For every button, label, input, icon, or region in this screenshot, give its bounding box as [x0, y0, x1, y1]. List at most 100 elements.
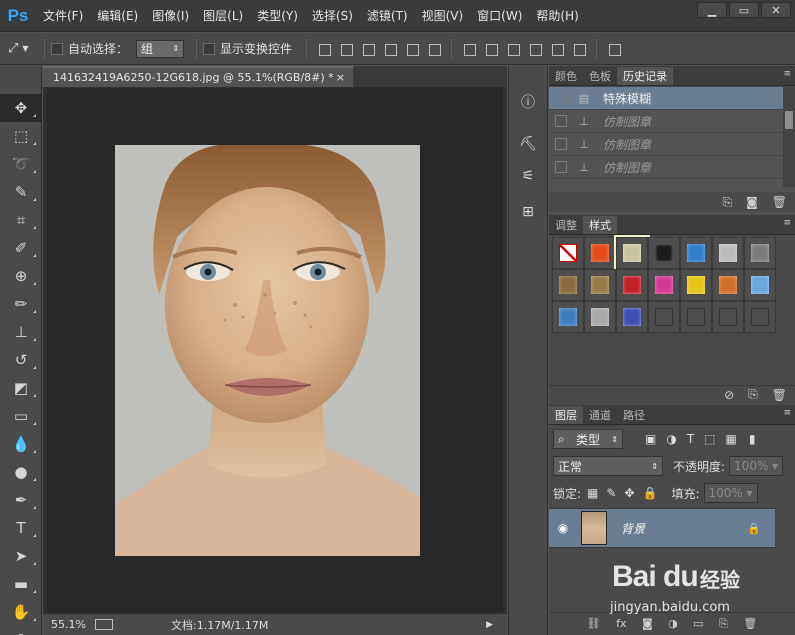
clear-style-icon[interactable]: ⊘ — [724, 388, 734, 402]
marquee-tool-icon[interactable]: ⬚ — [0, 122, 42, 150]
style-swatch[interactable] — [614, 235, 650, 271]
status-menu-arrow-icon[interactable]: ▶ — [486, 620, 493, 630]
tab-channels[interactable]: 通道 — [583, 406, 617, 424]
eye-icon[interactable]: ◉ — [549, 521, 577, 535]
history-checkbox[interactable] — [555, 115, 567, 127]
style-swatch[interactable] — [744, 269, 776, 301]
blur-tool-icon[interactable]: 💧 — [0, 430, 42, 458]
style-swatch[interactable] — [712, 237, 744, 269]
align-hcenter-icon[interactable] — [404, 41, 420, 57]
auto-select-checkbox[interactable] — [51, 42, 63, 55]
brush-tool-icon[interactable]: ✏ — [0, 290, 42, 318]
quick-select-tool-icon[interactable]: ✎ — [0, 178, 42, 206]
filter-smart-object-icon[interactable]: ▦ — [726, 432, 737, 446]
lock-image-icon[interactable]: ✎ — [606, 486, 616, 500]
align-vcenter-icon[interactable] — [338, 41, 354, 57]
new-layer-icon[interactable]: ⎘ — [719, 617, 728, 631]
style-swatch[interactable] — [552, 237, 584, 269]
style-swatch[interactable] — [648, 269, 680, 301]
trash-icon[interactable]: 🗑 — [772, 388, 787, 402]
style-swatch[interactable] — [616, 269, 648, 301]
menu-file[interactable]: 文件(F) — [36, 7, 90, 24]
tab-styles[interactable]: 样式 — [583, 216, 617, 234]
crop-tool-icon[interactable]: ⌗ — [0, 206, 42, 234]
history-checkbox[interactable] — [555, 161, 567, 173]
hand-tool-icon[interactable]: ✋ — [0, 598, 42, 626]
filter-adjustment-icon[interactable]: ◑ — [666, 432, 676, 446]
brush-presets-icon[interactable]: ⛏ — [509, 128, 547, 160]
type-tool-icon[interactable]: T — [0, 514, 42, 542]
dodge-tool-icon[interactable]: ● — [0, 458, 42, 486]
tab-color[interactable]: 颜色 — [549, 67, 583, 85]
distribute-hcenter-icon[interactable] — [549, 41, 565, 57]
filter-pixel-icon[interactable]: ▣ — [645, 432, 656, 446]
distribute-bottom-icon[interactable] — [505, 41, 521, 57]
style-swatch[interactable] — [552, 269, 584, 301]
lock-transparent-icon[interactable]: ▦ — [587, 486, 598, 500]
eraser-tool-icon[interactable]: ◩ — [0, 374, 42, 402]
path-select-tool-icon[interactable]: ➤ — [0, 542, 42, 570]
tab-paths[interactable]: 路径 — [617, 406, 651, 424]
menu-type[interactable]: 类型(Y) — [250, 7, 305, 24]
new-group-icon[interactable]: ▭ — [693, 617, 703, 630]
tab-swatches[interactable]: 色板 — [583, 67, 617, 85]
style-swatch[interactable] — [680, 269, 712, 301]
align-top-icon[interactable] — [316, 41, 332, 57]
menu-window[interactable]: 窗口(W) — [470, 7, 529, 24]
menu-edit[interactable]: 编辑(E) — [90, 7, 145, 24]
menu-view[interactable]: 视图(V) — [415, 7, 471, 24]
align-right-icon[interactable] — [426, 41, 442, 57]
clone-stamp-tool-icon[interactable]: ⊥ — [0, 318, 42, 346]
style-swatch[interactable] — [584, 301, 616, 333]
style-swatch[interactable] — [584, 237, 616, 269]
eyedropper-tool-icon[interactable]: ✐ — [0, 234, 42, 262]
history-brush-tool-icon[interactable]: ↺ — [0, 346, 42, 374]
style-swatch[interactable] — [680, 237, 712, 269]
tab-history[interactable]: 历史记录 — [617, 67, 673, 85]
scrollbar-thumb[interactable] — [785, 111, 793, 129]
layer-mask-icon[interactable]: ◙ — [642, 617, 653, 630]
filter-shape-icon[interactable]: ⬚ — [704, 432, 715, 446]
show-transform-checkbox[interactable] — [203, 42, 216, 55]
panel-menu-icon[interactable]: ≡ — [783, 218, 791, 228]
clone-source-icon[interactable]: ⚟ — [509, 160, 547, 192]
spot-healing-tool-icon[interactable]: ⊕ — [0, 262, 42, 290]
lasso-tool-icon[interactable]: ➰ — [0, 150, 42, 178]
layer-style-icon[interactable]: fx — [616, 617, 626, 630]
style-swatch[interactable] — [712, 301, 744, 333]
style-swatch[interactable] — [648, 237, 680, 269]
document-tab[interactable]: 141632419A6250-12G618.jpg @ 55.1%(RGB/8#… — [43, 66, 353, 87]
style-swatch[interactable] — [648, 301, 680, 333]
pen-tool-icon[interactable]: ✒ — [0, 486, 42, 514]
menu-select[interactable]: 选择(S) — [305, 7, 360, 24]
history-item[interactable]: ▤ 特殊模糊 — [549, 87, 795, 110]
align-bottom-icon[interactable] — [360, 41, 376, 57]
distribute-top-icon[interactable] — [461, 41, 477, 57]
distribute-left-icon[interactable] — [527, 41, 543, 57]
filter-type-icon[interactable]: T — [687, 432, 694, 446]
info-icon[interactable]: ⓘ — [509, 86, 547, 118]
lock-all-icon[interactable]: 🔒 — [643, 486, 658, 500]
tab-adjustments[interactable]: 调整 — [549, 216, 583, 234]
filter-toggle-icon[interactable]: ▮ — [749, 432, 756, 446]
history-item[interactable]: ⊥ 仿制图章 — [549, 156, 795, 179]
style-swatch[interactable] — [744, 237, 776, 269]
zoom-tool-icon[interactable]: ⚲ — [0, 626, 42, 635]
panel-menu-icon[interactable]: ≡ — [783, 408, 791, 418]
history-item[interactable]: ⊥ 仿制图章 — [549, 133, 795, 156]
adjustment-layer-icon[interactable]: ◑ — [668, 617, 678, 630]
history-checkbox[interactable] — [555, 138, 567, 150]
menu-layer[interactable]: 图层(L) — [196, 7, 250, 24]
properties-icon[interactable]: ⊞ — [509, 196, 547, 228]
zoom-level[interactable]: 55.1% — [51, 618, 91, 631]
menu-image[interactable]: 图像(I) — [145, 7, 196, 24]
layer-filter-dropdown[interactable]: ⌕ 类型 ⇕ — [553, 429, 623, 449]
camera-icon[interactable]: ◙ — [746, 195, 758, 209]
minimize-button[interactable]: ▁ — [697, 2, 727, 18]
menu-help[interactable]: 帮助(H) — [529, 7, 585, 24]
layer-row[interactable]: ◉ 背景 🔒 — [549, 508, 775, 548]
status-icon[interactable] — [95, 619, 113, 630]
canvas[interactable] — [47, 88, 503, 612]
auto-select-dropdown[interactable]: 组 ⇕ — [136, 39, 185, 58]
menu-filter[interactable]: 滤镜(T) — [360, 7, 415, 24]
